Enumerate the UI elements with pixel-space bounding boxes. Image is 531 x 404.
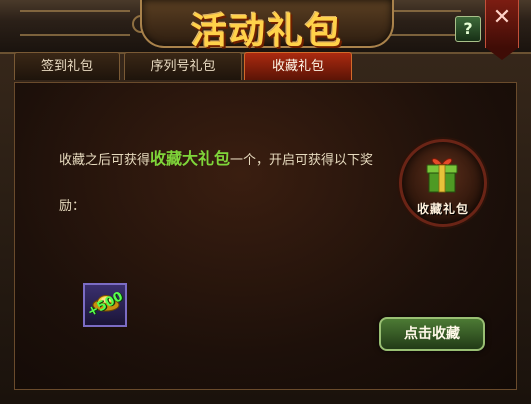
gift-box-icon — [426, 158, 458, 193]
help-button[interactable]: ? — [455, 16, 481, 42]
title-plate: 活动礼包 — [140, 0, 394, 52]
window-title: 活动礼包 — [190, 10, 343, 52]
tab-bar: 签到礼包 序列号礼包 收藏礼包 — [14, 52, 514, 82]
ornament-left — [20, 10, 150, 36]
description-text-before: 收藏之后可获得 — [59, 153, 151, 168]
gift-badge-label: 收藏礼包 — [416, 202, 469, 216]
description-highlight: 收藏大礼包 — [150, 149, 231, 168]
tab-checkin-gift[interactable]: 签到礼包 — [14, 52, 120, 80]
close-icon: ✕ — [492, 5, 512, 30]
description-line-1: 收藏之后可获得收藏大礼包一个，开启可获得以下奖 — [59, 145, 373, 169]
close-button[interactable]: ✕ — [485, 0, 519, 60]
description-line-2: 励： — [59, 199, 86, 214]
reward-slot[interactable]: +500 — [83, 283, 127, 327]
tab-serial-code-gift[interactable]: 序列号礼包 — [124, 52, 242, 80]
description-text-after: 一个，开启可获得以下奖 — [230, 153, 374, 168]
title-bar: 活动礼包 ? ✕ — [0, 0, 531, 60]
content-panel: 收藏之后可获得收藏大礼包一个，开启可获得以下奖 励： 收藏礼包 +500 点击收… — [14, 82, 517, 390]
tab-favorite-gift[interactable]: 收藏礼包 — [244, 52, 352, 80]
collect-button[interactable]: 点击收藏 — [379, 317, 485, 351]
gift-window: 活动礼包 ? ✕ 签到礼包 序列号礼包 收藏礼包 收藏之后可获得收藏大礼包一个，… — [0, 0, 531, 404]
favorite-gift-badge: 收藏礼包 — [399, 139, 487, 227]
